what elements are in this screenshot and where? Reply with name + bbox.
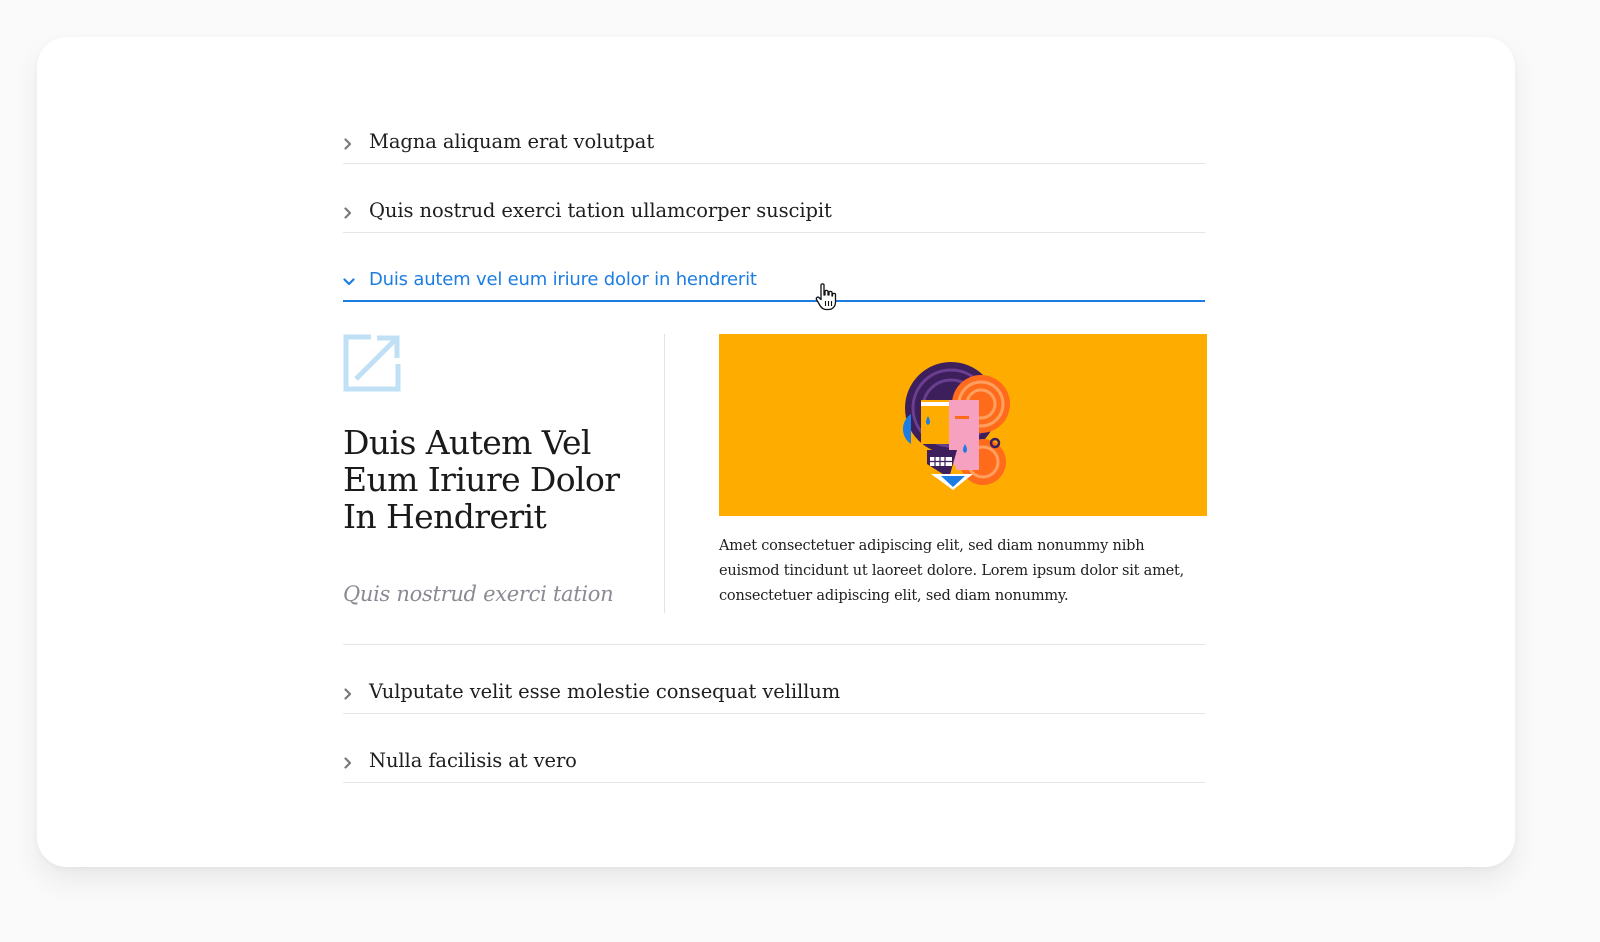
accordion-item[interactable]: Nulla facilisis at vero	[343, 714, 1205, 783]
chevron-right-icon	[343, 688, 369, 700]
accordion-item-label: Quis nostrud exerci tation ullamcorper s…	[369, 199, 832, 222]
panel-title: Duis Autem Vel Eum Iriure Dolor In Hendr…	[343, 423, 620, 536]
accordion-panel: Duis Autem Vel Eum Iriure Dolor In Hendr…	[343, 302, 1207, 645]
accordion-item[interactable]: Vulputate velit esse molestie consequat …	[343, 645, 1205, 714]
accordion-item[interactable]: Magna aliquam erat volutpat	[343, 95, 1205, 164]
panel-subtitle: Quis nostrud exerci tation	[343, 582, 614, 606]
accordion-item-label: Duis autem vel eum iriure dolor in hendr…	[369, 269, 757, 290]
abstract-face-illustration	[903, 361, 1010, 490]
panel-body-text: Amet consectetuer adipiscing elit, sed d…	[719, 538, 1185, 604]
accordion-item-label: Vulputate velit esse molestie consequat …	[369, 680, 841, 703]
accordion-item-label: Magna aliquam erat volutpat	[369, 130, 655, 153]
panel-content: Amet consectetuer adipiscing elit, sed d…	[719, 334, 1207, 609]
chevron-right-icon	[343, 207, 369, 219]
accordion-item-expanded[interactable]: Duis autem vel eum iriure dolor in hendr…	[343, 233, 1205, 302]
external-link-icon[interactable]	[343, 334, 401, 392]
panel-intro: Duis Autem Vel Eum Iriure Dolor In Hendr…	[343, 334, 665, 613]
accordion: Magna aliquam erat volutpat Quis nostrud…	[343, 95, 1207, 783]
content-card: Magna aliquam erat volutpat Quis nostrud…	[37, 37, 1515, 867]
hero-image	[719, 334, 1207, 516]
chevron-right-icon	[343, 757, 369, 769]
chevron-right-icon	[343, 138, 369, 150]
accordion-item-label: Nulla facilisis at vero	[369, 749, 577, 772]
hand-pointer-cursor-icon	[815, 283, 837, 311]
accordion-item[interactable]: Quis nostrud exerci tation ullamcorper s…	[343, 164, 1205, 233]
chevron-down-icon	[343, 277, 369, 287]
